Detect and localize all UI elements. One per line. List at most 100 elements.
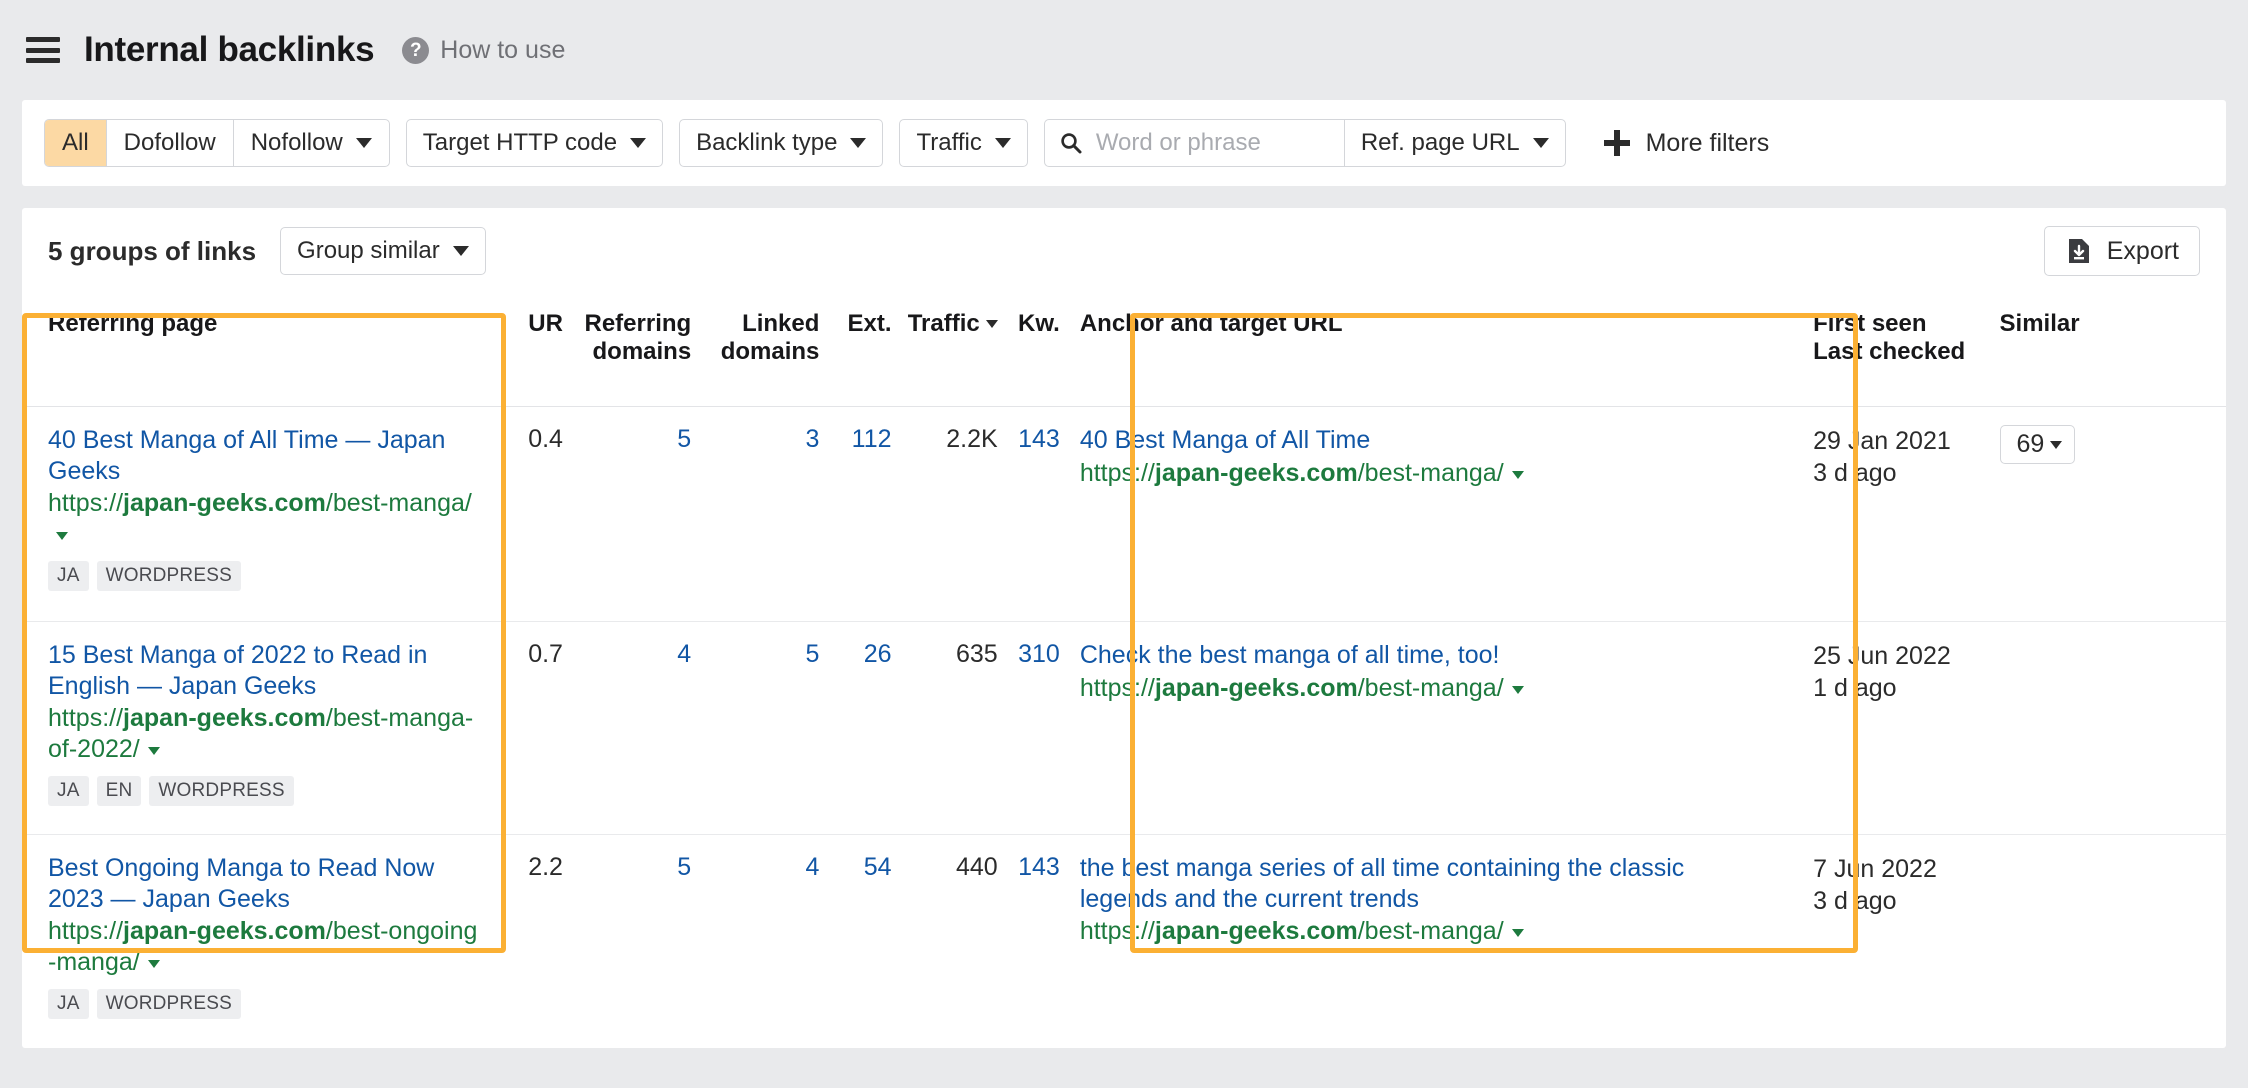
more-filters-label: More filters [1645, 128, 1770, 157]
cell-linked-domains[interactable]: 3 [691, 406, 820, 622]
chevron-down-icon[interactable] [147, 746, 160, 755]
column-header-first-seen[interactable]: First seen Last checked [1785, 294, 2000, 407]
chevron-down-icon[interactable] [1511, 470, 1524, 479]
group-similar-label: Group similar [297, 237, 440, 264]
referring-page-title-link[interactable]: 40 Best Manga of All Time — Japan Geeks [48, 426, 445, 485]
first-seen-date: 25 Jun 2022 [1813, 642, 1951, 670]
cell-kw[interactable]: 143 [997, 406, 1060, 622]
column-header-referring-domains[interactable]: Referring domains [562, 294, 692, 407]
column-header-anchor-and-target-url[interactable]: Anchor and target URL [1059, 294, 1786, 407]
cell-ur: 0.4 [500, 406, 563, 622]
referring-page-url[interactable]: https://japan-geeks.com/best-ongoing-man… [48, 916, 485, 977]
cell-kw[interactable]: 143 [998, 835, 1060, 1048]
url-domain: japan-geeks.com [1154, 917, 1358, 945]
filter-backlink-type-dropdown[interactable]: Backlink type [679, 119, 884, 167]
cell-referring-domains[interactable]: 5 [563, 835, 691, 1048]
cell-traffic: 440 [956, 853, 998, 881]
referring-page-url[interactable]: https://japan-geeks.com/best-manga-of-20… [48, 703, 485, 764]
question-mark-icon: ? [402, 36, 430, 64]
similar-count: 69 [2016, 430, 2045, 458]
column-header-traffic[interactable]: Traffic [891, 294, 998, 407]
cell-referring-domains[interactable]: 5 [562, 406, 692, 622]
anchor-text-link[interactable]: the best manga series of all time contai… [1080, 854, 1684, 913]
target-url[interactable]: https://japan-geeks.com/best-manga/ [1080, 673, 1765, 704]
cell-referring-page: 15 Best Manga of 2022 to Read in English… [22, 621, 501, 835]
filter-dofollow-button[interactable]: Dofollow [107, 120, 234, 166]
chevron-down-icon [355, 138, 372, 148]
column-label: Referring page [48, 310, 218, 337]
target-url[interactable]: https://japan-geeks.com/best-manga/ [1080, 916, 1765, 947]
search-box[interactable] [1043, 119, 1344, 167]
anchor-text-link[interactable]: Check the best manga of all time, too! [1080, 641, 1500, 669]
filter-all-button[interactable]: All [45, 120, 107, 166]
hamburger-icon[interactable] [26, 37, 60, 63]
chevron-down-icon[interactable] [1511, 685, 1524, 694]
cell-ext[interactable]: 54 [819, 835, 892, 1048]
referring-page-title-link[interactable]: Best Ongoing Manga to Read Now 2023 — Ja… [48, 854, 434, 913]
cell-similar [1999, 621, 2226, 835]
sort-descending-icon [985, 320, 998, 328]
column-label: Similar [1999, 310, 2080, 337]
target-url[interactable]: https://japan-geeks.com/best-manga/ [1080, 458, 1765, 489]
how-to-use-link[interactable]: ? How to use [402, 36, 565, 65]
column-label: First seen [1813, 310, 1927, 337]
groups-count-label: 5 groups of links [48, 235, 257, 266]
column-header-ur[interactable]: UR [500, 294, 563, 407]
group-similar-dropdown[interactable]: Group similar [280, 227, 486, 275]
chevron-down-icon[interactable] [147, 959, 160, 968]
cell-referring-domains[interactable]: 4 [562, 621, 692, 835]
search-input[interactable] [1095, 129, 1330, 157]
cell-linked-domains[interactable]: 5 [691, 621, 820, 835]
column-header-ext[interactable]: Ext. [819, 294, 892, 407]
similar-dropdown[interactable]: 69 [1999, 425, 2076, 464]
cell-first-seen: 25 Jun 2022 1 d ago [1785, 621, 2000, 835]
more-filters-button[interactable]: More filters [1603, 128, 1770, 158]
cell-linked-domains[interactable]: 4 [691, 835, 820, 1048]
results-toolbar: 5 groups of links Group similar Export [22, 208, 2226, 294]
filter-nofollow-button[interactable]: Nofollow [234, 120, 389, 166]
anchor-text-link[interactable]: 40 Best Manga of All Time [1080, 426, 1370, 454]
badge: JA [48, 776, 89, 806]
chevron-down-icon [1532, 138, 1549, 148]
url-domain: japan-geeks.com [123, 489, 326, 517]
search-group: Ref. page URL [1043, 119, 1566, 167]
filter-target-http-code-dropdown[interactable]: Target HTTP code [405, 119, 664, 167]
cell-traffic: 635 [891, 621, 998, 835]
chevron-down-icon[interactable] [1511, 929, 1524, 937]
referring-page-title-link[interactable]: 15 Best Manga of 2022 to Read in English… [48, 641, 427, 700]
cell-ext[interactable]: 112 [819, 406, 892, 622]
column-header-referring-page[interactable]: Referring page [22, 294, 501, 407]
url-prefix: https:// [1079, 917, 1155, 945]
cell-ext[interactable]: 26 [819, 621, 892, 835]
url-domain: japan-geeks.com [123, 917, 326, 945]
column-header-similar[interactable]: Similar [1999, 294, 2226, 407]
chevron-down-icon[interactable] [56, 531, 68, 540]
badge: WORDPRESS [96, 989, 241, 1019]
badge: WORDPRESS [96, 561, 241, 591]
cell-kw[interactable]: 310 [997, 621, 1060, 835]
follow-type-segmented-control: All Dofollow Nofollow [44, 119, 390, 167]
cell-first-seen: 29 Jan 2021 3 d ago [1785, 406, 2000, 622]
chevron-down-icon [452, 246, 469, 256]
how-to-use-label: How to use [440, 35, 566, 64]
referring-page-badges: JA WORDPRESS [48, 559, 485, 591]
filter-traffic-dropdown[interactable]: Traffic [899, 119, 1028, 167]
column-header-kw[interactable]: Kw. [997, 294, 1060, 407]
badge: WORDPRESS [149, 776, 294, 806]
filter-traffic-label: Traffic [916, 129, 982, 156]
cell-anchor-and-target-url: 40 Best Manga of All Time https://japan-… [1059, 406, 1786, 622]
column-header-linked-domains[interactable]: Linked domains [691, 294, 820, 407]
filter-ref-page-url-label: Ref. page URL [1360, 129, 1520, 156]
table-header-row: Referring page UR Referring domains Link… [22, 294, 2226, 407]
export-label: Export [2106, 236, 2179, 265]
export-button[interactable]: Export [2043, 226, 2200, 276]
filter-dofollow-label: Dofollow [123, 129, 216, 156]
first-seen-date: 29 Jan 2021 [1813, 427, 1951, 455]
url-prefix: https:// [1079, 673, 1155, 702]
filter-all-label: All [62, 129, 89, 156]
filter-target-http-code-label: Target HTTP code [422, 129, 618, 156]
filter-ref-page-url-dropdown[interactable]: Ref. page URL [1343, 119, 1566, 167]
column-label: Kw. [1018, 310, 1060, 337]
referring-page-url[interactable]: https://japan-geeks.com/best-manga/ [48, 488, 485, 549]
url-domain: japan-geeks.com [1154, 673, 1358, 702]
